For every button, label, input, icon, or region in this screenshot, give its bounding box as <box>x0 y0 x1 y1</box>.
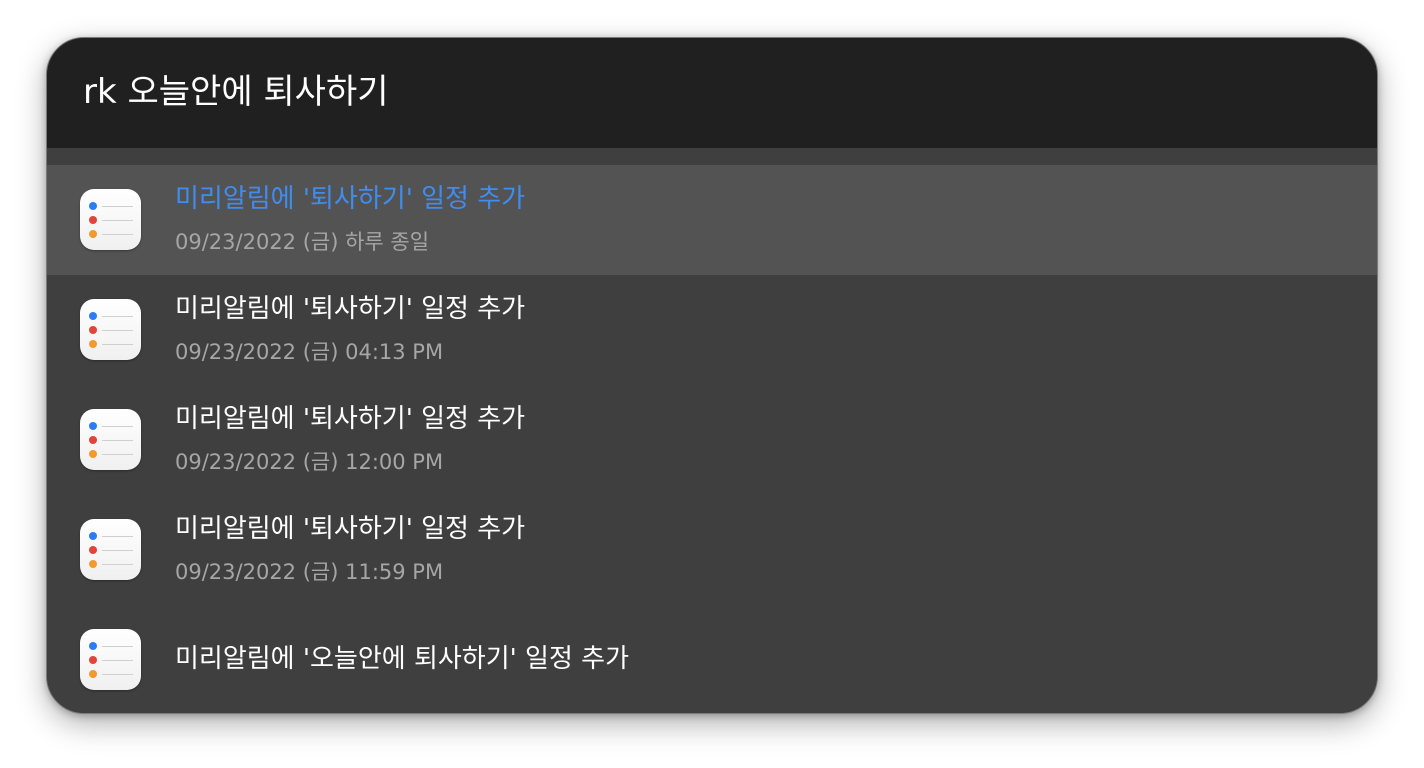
result-title: 미리알림에 '퇴사하기' 일정 추가 <box>175 294 526 324</box>
result-title: 미리알림에 '퇴사하기' 일정 추가 <box>175 184 526 214</box>
result-row[interactable]: 미리알림에 '퇴사하기' 일정 추가 09/23/2022 (금) 하루 종일 <box>47 165 1377 275</box>
results-list: 미리알림에 '퇴사하기' 일정 추가 09/23/2022 (금) 하루 종일 … <box>47 148 1377 713</box>
reminders-app-icon <box>80 189 141 250</box>
reminders-app-icon <box>80 629 141 690</box>
result-row[interactable]: 미리알림에 '퇴사하기' 일정 추가 09/23/2022 (금) 11:59 … <box>47 495 1377 605</box>
result-title: 미리알림에 '퇴사하기' 일정 추가 <box>175 404 526 434</box>
result-title: 미리알림에 '퇴사하기' 일정 추가 <box>175 514 526 544</box>
result-subtitle: 09/23/2022 (금) 04:13 PM <box>175 340 444 364</box>
result-subtitle: 09/23/2022 (금) 하루 종일 <box>175 230 430 254</box>
result-row[interactable]: 미리알림에 '퇴사하기' 일정 추가 09/23/2022 (금) 12:00 … <box>47 385 1377 495</box>
result-title: 미리알림에 '오늘안에 퇴사하기' 일정 추가 <box>175 644 629 674</box>
result-row[interactable]: 미리알림에 '퇴사하기' 일정 추가 09/23/2022 (금) 04:13 … <box>47 275 1377 385</box>
reminders-app-icon <box>80 519 141 580</box>
result-row[interactable]: 미리알림에 '오늘안에 퇴사하기' 일정 추가 <box>47 605 1377 713</box>
result-subtitle: 09/23/2022 (금) 12:00 PM <box>175 450 444 474</box>
spotlight-panel: rk 오늘안에 퇴사하기 미리알림에 '퇴사하기' 일정 추가 09/23/20… <box>46 37 1378 714</box>
result-subtitle: 09/23/2022 (금) 11:59 PM <box>175 560 444 584</box>
search-input[interactable]: rk 오늘안에 퇴사하기 <box>83 72 389 112</box>
reminders-app-icon <box>80 409 141 470</box>
search-bar[interactable]: rk 오늘안에 퇴사하기 <box>47 38 1377 148</box>
reminders-app-icon <box>80 299 141 360</box>
